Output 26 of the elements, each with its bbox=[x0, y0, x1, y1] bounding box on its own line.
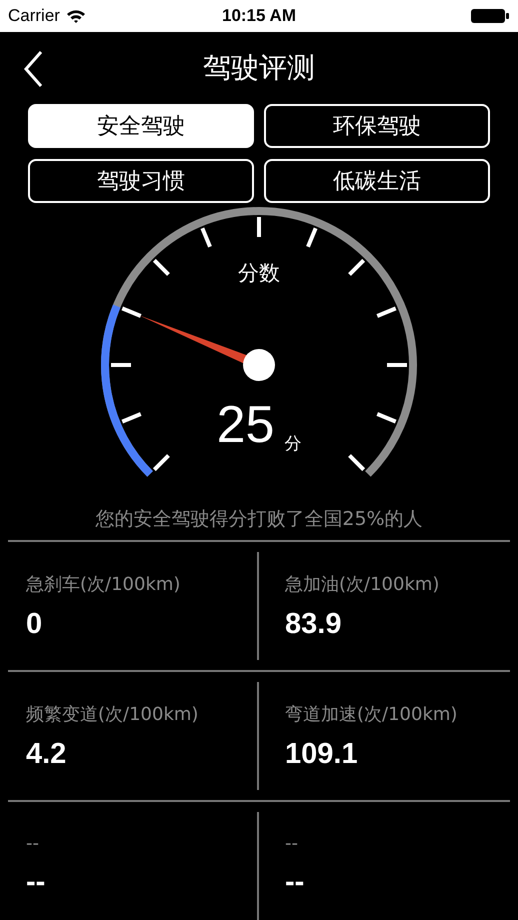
score-unit: 分 bbox=[284, 433, 302, 455]
stat-label: -- bbox=[26, 833, 40, 854]
stat-value: 0 bbox=[26, 608, 44, 640]
battery-icon bbox=[470, 8, 510, 24]
wifi-icon bbox=[66, 8, 86, 24]
stat-value: 83.9 bbox=[285, 608, 342, 640]
score-summary: 您的安全驾驶得分打败了全国25%的人 bbox=[94, 507, 424, 532]
category-tab[interactable]: 低碳生活 bbox=[264, 159, 490, 203]
stat-label: 急刹车(次/100km) bbox=[26, 572, 182, 596]
category-tab[interactable]: 驾驶习惯 bbox=[28, 159, 254, 203]
carrier-label: Carrier bbox=[8, 6, 60, 26]
gauge-caption: 分数 bbox=[238, 261, 280, 285]
stat-value: 4.2 bbox=[26, 738, 68, 770]
stat-value: -- bbox=[285, 866, 306, 899]
score-value: 25 bbox=[216, 399, 274, 451]
stat-label: -- bbox=[285, 833, 299, 854]
stat-value: -- bbox=[26, 866, 46, 899]
stat-value: 109.1 bbox=[285, 738, 359, 770]
category-tab[interactable]: 安全驾驶 bbox=[28, 104, 254, 148]
category-tab[interactable]: 环保驾驶 bbox=[264, 104, 490, 148]
page-title: 驾驶评测 bbox=[203, 50, 315, 86]
back-button[interactable] bbox=[22, 50, 44, 88]
status-time: 10:15 AM bbox=[222, 6, 296, 26]
stat-label: 急加油(次/100km) bbox=[285, 572, 440, 596]
stat-label: 频繁变道(次/100km) bbox=[26, 702, 200, 726]
stat-label: 弯道加速(次/100km) bbox=[285, 702, 458, 726]
